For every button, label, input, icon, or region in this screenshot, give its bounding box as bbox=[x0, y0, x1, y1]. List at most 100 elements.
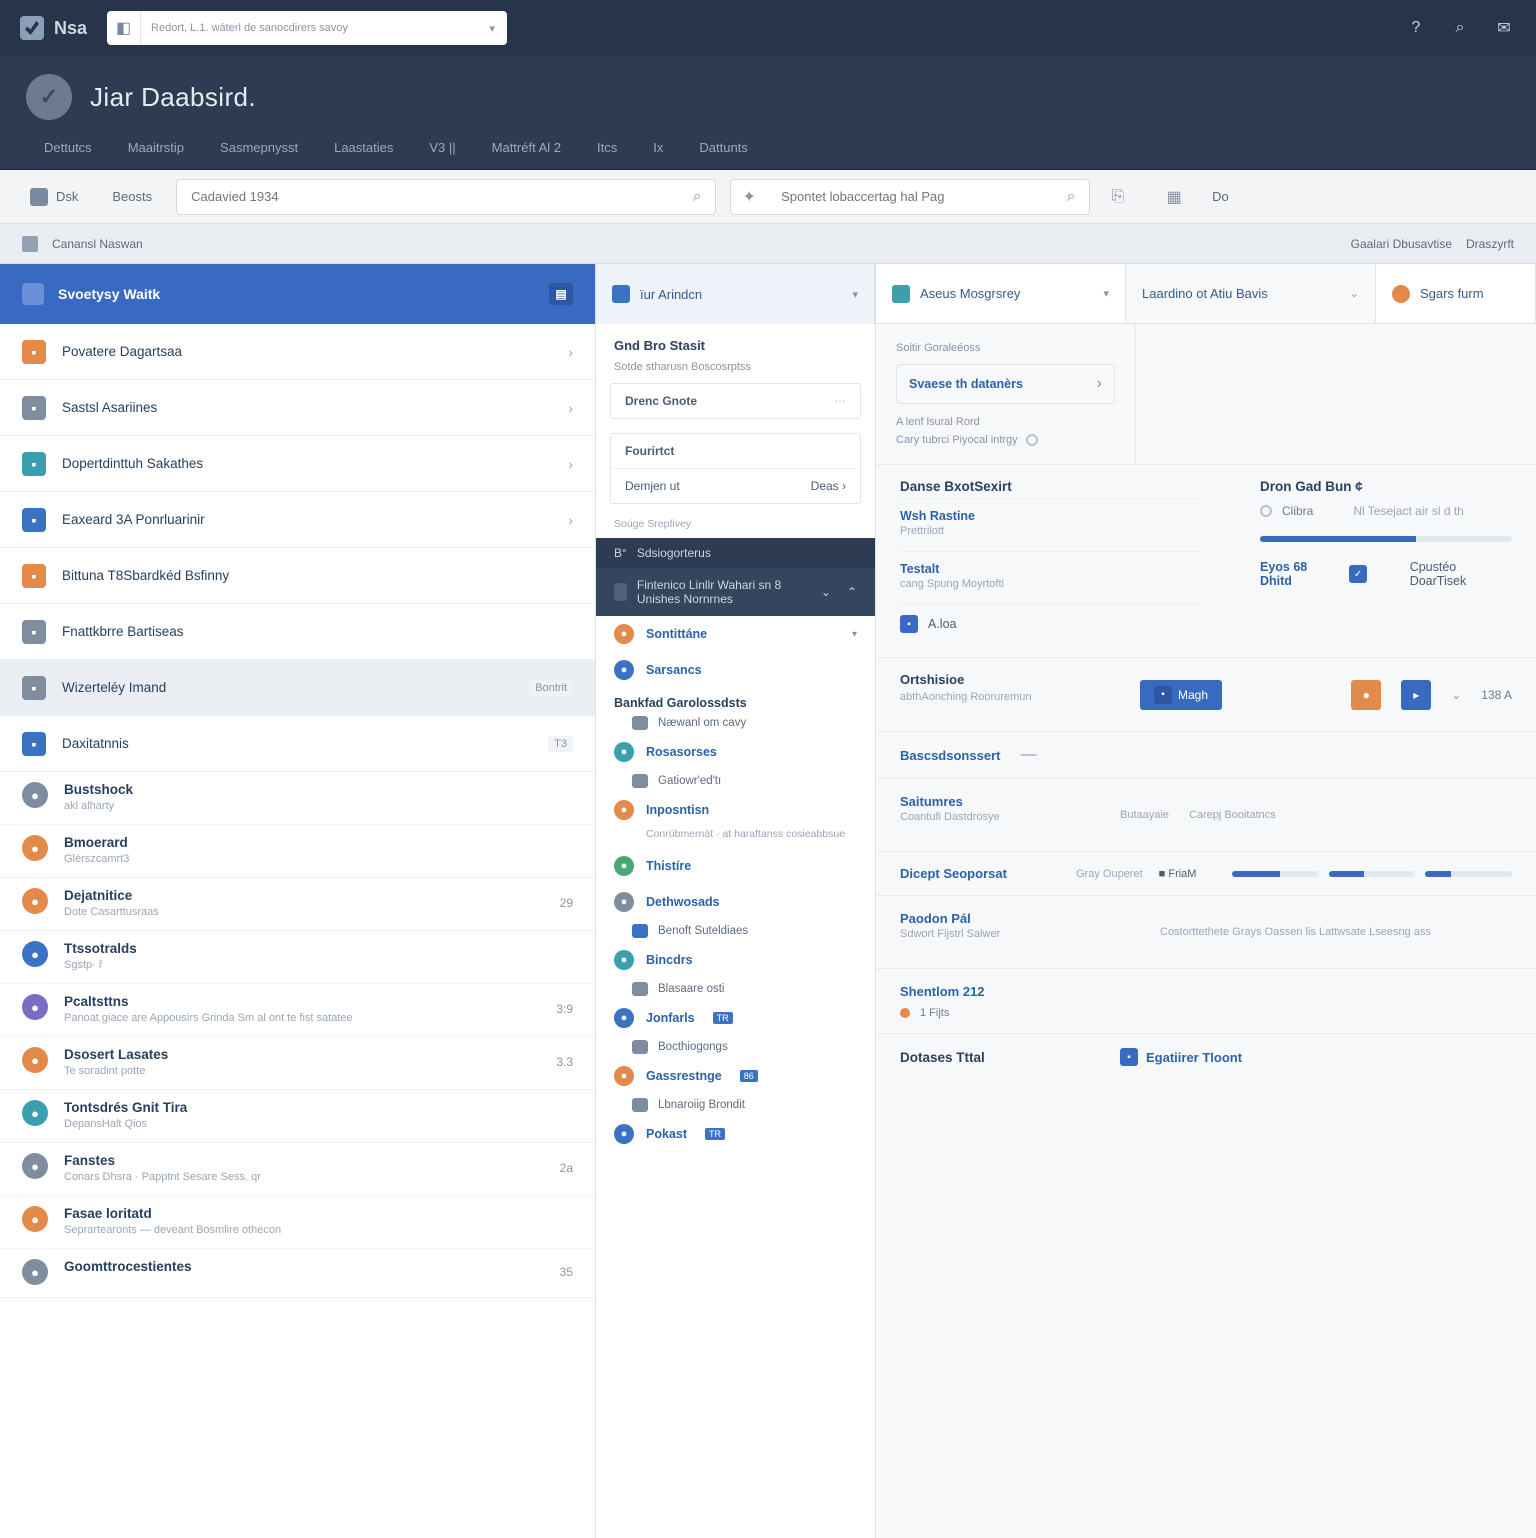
field-key: Saitumres bbox=[900, 794, 963, 809]
search-secondary[interactable]: ✦ ⌕ bbox=[730, 179, 1090, 215]
card-link[interactable]: Deas › bbox=[811, 479, 846, 493]
topnav-item[interactable]: Mattréft Al 2 bbox=[474, 128, 579, 169]
cat-item[interactable]: ●Dethwosads bbox=[596, 884, 875, 920]
sidebar-heading[interactable]: Svoetysy Waitk ▤ bbox=[0, 264, 595, 324]
cat-icon: ● bbox=[614, 742, 634, 762]
status-dot-icon bbox=[900, 1008, 910, 1018]
card-footnote: Soúge Srepfivey bbox=[596, 518, 875, 538]
sidebar-list-item[interactable]: ●Fasae loritatdSeprartearonts — deveant … bbox=[0, 1196, 595, 1249]
cat-pill: TR bbox=[713, 1012, 733, 1024]
context-avatar-icon: ◧ bbox=[107, 11, 141, 45]
sidebar-list-item[interactable]: ●BmoerardGlérszcamrt3 bbox=[0, 825, 595, 878]
topnav-item[interactable]: Sasmepnysst bbox=[202, 128, 316, 169]
field-sub: Prettrilott bbox=[900, 525, 1200, 537]
cat-item[interactable]: ●Sontittáne▾ bbox=[596, 616, 875, 652]
topnav-item[interactable]: Dettutcs bbox=[26, 128, 110, 169]
subbar-link-2[interactable]: Draszyrft bbox=[1466, 237, 1514, 251]
topnav-item[interactable]: Dattunts bbox=[681, 128, 765, 169]
cat-item[interactable]: ●Thistíre bbox=[596, 848, 875, 884]
tray-icon[interactable]: ⎘ bbox=[1104, 183, 1132, 211]
sidebar-list-item[interactable]: ●PcaltsttnsPanoat giace are Appousirs Gr… bbox=[0, 984, 595, 1037]
sidebar-nav-item[interactable]: ▪Dopertdinttuh Sakathes› bbox=[0, 436, 595, 492]
sidebar-nav-item[interactable]: ▪Eaxeard 3A Ponrluarinir› bbox=[0, 492, 595, 548]
context-switcher[interactable]: ◧ Redort, L.1. wáterl de sanocdirers sav… bbox=[107, 11, 507, 45]
sidebar-nav-item[interactable]: ▪Wizerteléy ImandBontrit bbox=[0, 660, 595, 716]
field-key: Testalt bbox=[900, 562, 1080, 576]
sidebar-head-action[interactable]: ▤ bbox=[549, 283, 573, 305]
pill-icon bbox=[30, 188, 48, 206]
card-quick: Drenc Gnote⋯ bbox=[610, 383, 861, 419]
help-icon[interactable]: ? bbox=[1404, 16, 1428, 40]
tab-detail-1[interactable]: Aseus Mosgrsrey▾ bbox=[876, 264, 1126, 323]
topnav-item[interactable]: Itcs bbox=[579, 128, 635, 169]
magnifier-icon[interactable]: ⌕ bbox=[1053, 188, 1089, 206]
subbar-link-1[interactable]: Gaalari Dbusavtise bbox=[1351, 237, 1452, 251]
tab-center-1[interactable]: ïur Arindcn ▾ bbox=[596, 264, 875, 324]
nav-icon: ▪ bbox=[22, 564, 46, 588]
chevron-right-icon: › bbox=[568, 456, 573, 472]
topnav-item[interactable]: Maaitrstip bbox=[110, 128, 202, 169]
aside-card[interactable]: Svaese th datanèrs › bbox=[896, 364, 1115, 404]
sidebar-list-item[interactable]: ●Goomttrocestientes35 bbox=[0, 1249, 595, 1298]
sidebar-nav-item[interactable]: ▪DaxitatnnisT3 bbox=[0, 716, 595, 772]
sidebar-list-item[interactable]: ●Tontsdrés Gnit TiraDepansHalt Qios bbox=[0, 1090, 595, 1143]
cat-item[interactable]: ●PokastTR bbox=[596, 1116, 875, 1152]
action-button[interactable]: ● bbox=[1351, 680, 1381, 710]
field-sub: Coantufi Dastdrosye bbox=[900, 811, 1120, 823]
sidebar-nav-item[interactable]: ▪Bittuna T8Sbardkéd Bsfinny bbox=[0, 548, 595, 604]
topnav-item[interactable]: Laastaties bbox=[316, 128, 411, 169]
toolbar-pill-2[interactable]: Beosts bbox=[102, 183, 162, 210]
search-input-2[interactable] bbox=[767, 189, 1053, 204]
radio-icon[interactable] bbox=[1260, 505, 1272, 517]
sidebar-nav-item[interactable]: ▪Povatere Dagartsaa› bbox=[0, 324, 595, 380]
sidebar-list-item[interactable]: ●Bustshockakl alharty bbox=[0, 772, 595, 825]
cat-item[interactable]: ●Sarsancs bbox=[596, 652, 875, 688]
cat-line[interactable]: Benoft Suteldiaes bbox=[596, 920, 875, 942]
cat-item[interactable]: ●JonfarlsTR bbox=[596, 1000, 875, 1036]
magnifier-icon[interactable]: ⌕ bbox=[679, 188, 715, 206]
cat-line[interactable]: Gatiowr'ed'tı bbox=[596, 770, 875, 792]
item-icon: ● bbox=[22, 835, 48, 861]
cat-item[interactable]: ●Bincdrs bbox=[596, 942, 875, 978]
sidebar-list-item[interactable]: ●FanstesConars Dhsra · Papptnt Sesare Se… bbox=[0, 1143, 595, 1196]
nav-icon: ▪ bbox=[22, 396, 46, 420]
cat-line[interactable]: Bocthiogongs bbox=[596, 1036, 875, 1058]
cat-item[interactable]: ●Inposntisn bbox=[596, 792, 875, 828]
toolbar-pill-1[interactable]: Dsk bbox=[20, 182, 88, 212]
section-sub: Sotde stharusn Boscosrptss bbox=[596, 361, 875, 383]
tab-detail-2[interactable]: Laardino ot Atiu Bavis⌄ bbox=[1126, 264, 1376, 323]
item-count: 29 bbox=[560, 896, 573, 910]
chevron-up-icon[interactable]: ⌃ bbox=[847, 585, 857, 599]
topnav-item[interactable]: Ix bbox=[635, 128, 681, 169]
sidebar-list-item[interactable]: ●DejatniticeDote Casarttusraas29 bbox=[0, 878, 595, 931]
tab-detail-3[interactable]: Sgars furm bbox=[1376, 264, 1536, 323]
cat-line[interactable]: Næwanl om cavy bbox=[596, 712, 875, 734]
topnav-item[interactable]: V3 || bbox=[411, 128, 473, 169]
panel-heading: Danse BxotSexirt bbox=[900, 479, 1200, 494]
search-input[interactable] bbox=[177, 189, 679, 204]
primary-button[interactable]: ▪Magh bbox=[1140, 680, 1222, 710]
messages-icon[interactable]: ✉ bbox=[1492, 16, 1516, 40]
field-key: Dotases Tttal bbox=[900, 1050, 1120, 1065]
cat-line[interactable]: Lbnaroiig Brondit bbox=[596, 1094, 875, 1116]
play-button[interactable]: ▸ bbox=[1401, 680, 1431, 710]
grid-icon[interactable]: ▦ bbox=[1160, 183, 1188, 211]
search-icon[interactable]: ⌕ bbox=[1448, 16, 1472, 40]
dark-section-2[interactable]: Fintenico Linllr Wahari sn 8 Unishes Nor… bbox=[596, 568, 875, 616]
search-primary[interactable]: ⌕ bbox=[176, 179, 716, 215]
cat-line[interactable]: Blasaare osti bbox=[596, 978, 875, 1000]
context-text: Redort, L.1. wáterl de sanocdirers savoy bbox=[141, 22, 477, 34]
sidebar-nav-item[interactable]: ▪Fnattkbrre Bartiseas bbox=[0, 604, 595, 660]
cat-item[interactable]: ●Gassrestnge86 bbox=[596, 1058, 875, 1094]
chevron-down-icon[interactable]: ⌄ bbox=[821, 585, 831, 599]
chevron-down-icon: ▾ bbox=[852, 629, 857, 640]
line-icon bbox=[632, 716, 648, 730]
sidebar-list-item[interactable]: ●Dsosert LasatesTe soradint potte3.3 bbox=[0, 1037, 595, 1090]
sidebar-nav-item[interactable]: ▪Sastsl Asariines› bbox=[0, 380, 595, 436]
checkbox-icon[interactable]: ✓ bbox=[1349, 565, 1366, 583]
sidebar-list-item[interactable]: ●TtssotraldsSgstp· ř bbox=[0, 931, 595, 984]
aside-sub: Soitir Goraleéoss bbox=[896, 342, 1115, 354]
dots-icon[interactable]: ⋯ bbox=[834, 394, 846, 408]
cat-item[interactable]: ●Rosasorses bbox=[596, 734, 875, 770]
radio-empty-icon[interactable] bbox=[1026, 434, 1038, 446]
